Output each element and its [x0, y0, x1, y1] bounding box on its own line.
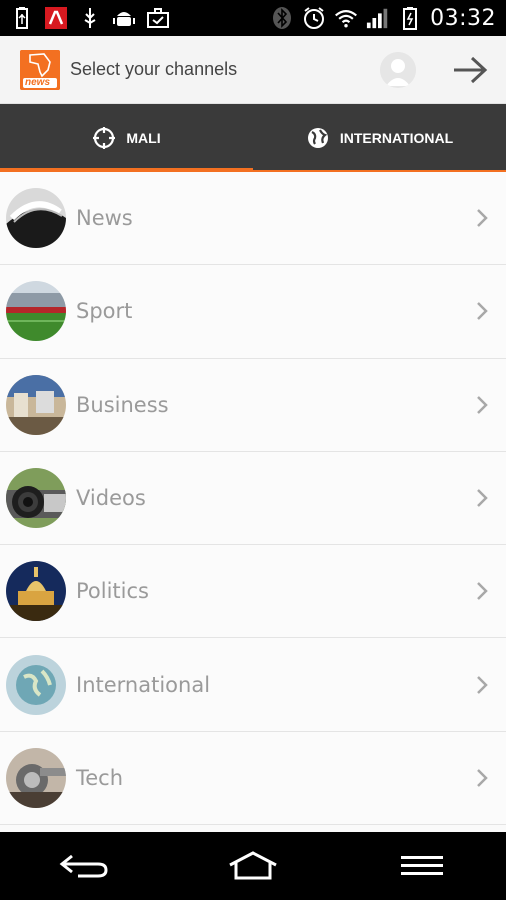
arrow-right-icon — [454, 56, 488, 83]
menu-button[interactable] — [387, 841, 457, 891]
android-debug-icon — [112, 6, 136, 30]
list-item-label: Sport — [76, 299, 133, 324]
status-left-icons — [0, 6, 170, 30]
politics-thumbnail — [6, 561, 66, 622]
bluetooth-icon — [270, 6, 294, 30]
list-item-label: International — [76, 672, 211, 697]
international-thumbnail — [6, 654, 66, 715]
next-button[interactable] — [446, 46, 494, 94]
app-bar: news Select your channels — [0, 36, 506, 104]
alarm-icon — [302, 6, 326, 30]
status-right-icons: 03:32 — [270, 6, 506, 31]
sport-thumbnail — [6, 281, 66, 342]
videos-thumbnail — [6, 468, 66, 529]
chevron-right-icon — [477, 582, 488, 601]
system-nav-bar — [0, 832, 506, 900]
person-icon — [380, 51, 416, 88]
list-item-label: Business — [76, 392, 169, 417]
wifi-icon — [334, 6, 358, 30]
tab-mali-label: MALI — [126, 130, 161, 146]
list-item-label: News — [76, 206, 133, 231]
tab-international[interactable]: INTERNATIONAL — [253, 104, 506, 172]
business-thumbnail — [6, 374, 66, 435]
usb-debug-icon — [78, 6, 102, 30]
logo-text: news — [25, 76, 51, 88]
app-logo: news — [20, 49, 60, 90]
chevron-right-icon — [477, 489, 488, 507]
crosshair-icon — [93, 127, 116, 149]
page-title: Select your channels — [70, 59, 238, 79]
list-item-label: Videos — [76, 486, 146, 511]
user-avatar[interactable] — [380, 51, 416, 88]
home-icon — [229, 851, 277, 880]
list-item-label: Politics — [76, 579, 149, 604]
list-item-videos[interactable]: Videos — [0, 451, 506, 546]
region-tabs: MALI INTERNATIONAL — [0, 104, 506, 172]
chevron-right-icon — [477, 769, 488, 787]
list-item-international[interactable]: International — [0, 638, 506, 732]
tech-thumbnail — [6, 747, 66, 808]
news-thumbnail — [6, 188, 66, 249]
list-item-business[interactable]: Business — [0, 358, 506, 452]
list-item-tech[interactable]: Tech — [0, 731, 506, 826]
chevron-right-icon — [477, 302, 488, 321]
list-item-label: Tech — [76, 765, 124, 790]
status-clock: 03:32 — [430, 5, 496, 31]
chevron-right-icon — [477, 675, 488, 694]
chevron-right-icon — [477, 209, 488, 228]
tab-mali[interactable]: MALI — [0, 104, 253, 172]
home-button[interactable] — [218, 841, 288, 891]
briefcase-icon — [146, 6, 170, 30]
globe-icon — [307, 128, 328, 148]
list-item-news[interactable]: News — [0, 172, 506, 266]
menu-icon — [400, 856, 443, 875]
status-bar: 03:32 — [0, 0, 506, 36]
list-item-politics[interactable]: Politics — [0, 545, 506, 639]
battery-icon — [398, 6, 422, 30]
list-item-sport[interactable]: Sport — [0, 265, 506, 359]
back-button[interactable] — [49, 841, 119, 891]
signal-icon — [366, 6, 390, 30]
back-icon — [59, 854, 108, 878]
tab-international-label: INTERNATIONAL — [339, 130, 454, 146]
chevron-right-icon — [477, 395, 488, 414]
avira-icon — [44, 6, 68, 30]
channel-list: News Sport Business Videos Politics Inte… — [0, 172, 506, 832]
usb-icon — [10, 6, 34, 30]
